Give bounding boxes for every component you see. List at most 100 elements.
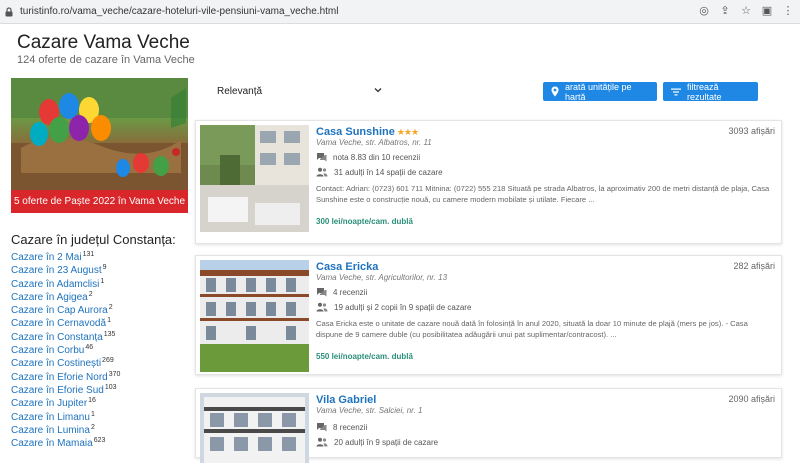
county-list-item: Cazare în Jupiter16 (11, 397, 120, 410)
listing-card[interactable]: Vila Gabriel 2090 afișări Vama Veche, st… (195, 388, 782, 463)
listing-capacity-row: 19 adulți și 2 copii în 9 spații de caza… (316, 302, 471, 312)
show-map-label: arată unitățile pe hartă (565, 81, 632, 102)
county-link[interactable]: Cazare în 2 Mai (11, 252, 82, 263)
reviews-icon (317, 288, 327, 297)
county-list-item: Cazare în Adamclisi1 (11, 278, 120, 291)
county-count: 269 (102, 357, 114, 365)
reviews-icon (317, 423, 327, 432)
url-text[interactable]: turistinfo.ro/vama_veche/cazare-hoteluri… (20, 6, 338, 17)
people-icon (316, 437, 328, 447)
county-list-item: Cazare în Limanu1 (11, 411, 120, 424)
county-count: 1 (100, 277, 105, 285)
county-link[interactable]: Cazare în Mamaia (11, 438, 93, 449)
county-list-item: Cazare în Agigea2 (11, 291, 120, 304)
easter-promo[interactable]: 5 oferte de Paște 2022 în Vama Veche (11, 78, 188, 213)
share-icon[interactable]: ⇪ (719, 5, 731, 17)
listing-views: 2090 afișări (728, 394, 775, 404)
county-count: 2 (90, 423, 95, 431)
listing-card[interactable]: Casa Ericka 282 afișări Vama Veche, str.… (195, 255, 782, 375)
county-link[interactable]: Cazare în Eforie Nord (11, 372, 108, 383)
eye-off-icon[interactable]: ◎ (698, 5, 710, 17)
listing-capacity-row: 31 adulți în 14 spații de cazare (316, 167, 443, 177)
county-link[interactable]: Cazare în Eforie Sud (11, 385, 104, 396)
county-count: 103 (104, 383, 117, 391)
county-link[interactable]: Cazare în Costinești (11, 358, 101, 369)
page-subtitle: 124 oferte de cazare în Vama Veche (17, 54, 195, 66)
county-link[interactable]: Cazare în Limanu (11, 412, 90, 423)
county-count: 9 (102, 264, 107, 272)
listing-views: 282 afișări (733, 261, 775, 271)
listing-capacity-row: 20 adulți în 9 spații de cazare (316, 437, 438, 447)
people-icon (316, 167, 328, 177)
star-rating-icon: ★★★ (396, 127, 419, 137)
county-count: 131 (82, 251, 95, 258)
county-list-item: Cazare în 2 Mai131 (11, 251, 120, 264)
listing-address: Vama Veche, str. Albatros, nr. 11 (316, 138, 432, 147)
filter-results-button[interactable]: filtrează rezultate (663, 81, 758, 102)
listing-price[interactable]: 300 lei/noapte/cam. dublă (316, 217, 413, 226)
county-list-item: Cazare în Corbu46 (11, 344, 120, 357)
sort-select[interactable]: Relevanță (211, 80, 385, 102)
map-pin-icon (551, 86, 559, 97)
county-link[interactable]: Cazare în Agigea (11, 292, 88, 303)
county-list-item: Cazare în Costinești269 (11, 357, 120, 370)
browser-url-bar[interactable]: turistinfo.ro/vama_veche/cazare-hoteluri… (0, 0, 800, 24)
county-link[interactable]: Cazare în Cernavodă (11, 318, 106, 329)
county-count: 1 (90, 410, 95, 418)
listing-description: Contact: Adrian: (0723) 601 711 Mitnina:… (316, 184, 770, 204)
filter-results-label: filtrează rezultate (687, 81, 722, 102)
easter-eggs-image (11, 78, 188, 190)
county-link[interactable]: Cazare în Jupiter (11, 398, 87, 409)
county-count: 1 (107, 317, 111, 325)
county-list-item: Cazare în Cap Aurora2 (11, 304, 120, 317)
county-link[interactable]: Cazare în Adamclisi (11, 279, 99, 290)
filter-icon (671, 88, 681, 95)
county-list-item: Cazare în Mamaia623 (11, 437, 120, 450)
county-list-item: Cazare în Cernavodă1 (11, 317, 120, 330)
listing-rating-row: nota 8.83 din 10 recenzii (316, 152, 420, 162)
county-count: 370 (108, 370, 121, 378)
county-count: 46 (85, 344, 94, 352)
county-list-item: Cazare în Eforie Nord370 (11, 371, 120, 384)
county-count: 623 (93, 437, 106, 445)
county-list-item: Cazare în Constanța135 (11, 331, 120, 344)
show-map-button[interactable]: arată unitățile pe hartă (543, 81, 657, 102)
listing-views: 3093 afișări (728, 126, 775, 136)
sort-value: Relevanță (217, 85, 263, 97)
promo-banner[interactable]: 5 oferte de Paște 2022 în Vama Veche (11, 190, 188, 213)
listing-description: Casa Ericka este o unitate de cazare nou… (316, 319, 748, 339)
chevron-down-icon (374, 88, 382, 93)
county-count: 2 (108, 304, 113, 312)
listing-rating-row: 8 recenzii (316, 422, 367, 432)
page-title: Cazare Vama Veche (17, 32, 190, 53)
listing-name[interactable]: Vila Gabriel (316, 394, 376, 406)
county-count: 16 (88, 397, 96, 405)
listing-rating-row: 4 recenzii (316, 287, 367, 297)
listing-address: Vama Veche, str. Agricultorilor, nr. 13 (316, 273, 448, 282)
county-list-item: Cazare în 23 August9 (11, 264, 120, 277)
listing-price[interactable]: 550 lei/noapte/cam. dublă (316, 352, 413, 361)
listing-photo[interactable] (200, 260, 309, 372)
star-icon[interactable]: ☆ (740, 5, 752, 17)
listing-name[interactable]: Casa Sunshine ★★★ (316, 126, 419, 138)
listing-card[interactable]: Casa Sunshine ★★★ 3093 afișări Vama Veche… (195, 120, 782, 244)
menu-icon[interactable]: ⋮ (782, 5, 794, 17)
listing-photo[interactable] (200, 125, 309, 232)
lock-icon (5, 6, 13, 16)
county-title: Cazare în județul Constanța: (11, 232, 176, 247)
county-count: 2 (88, 290, 93, 298)
county-link[interactable]: Cazare în Cap Aurora (11, 305, 108, 316)
listing-address: Vama Veche, str. Salciei, nr. 1 (316, 406, 423, 415)
people-icon (316, 302, 328, 312)
listing-name[interactable]: Casa Ericka (316, 261, 378, 273)
county-list-item: Cazare în Lumina2 (11, 424, 120, 437)
listing-photo[interactable] (200, 393, 309, 463)
county-list: Cazare în 2 Mai131 Cazare în 23 August9 Ca… (11, 251, 120, 450)
county-link[interactable]: Cazare în Constanța (11, 332, 103, 343)
county-link[interactable]: Cazare în Lumina (11, 425, 90, 436)
county-link[interactable]: Cazare în Corbu (11, 345, 84, 356)
reviews-icon (317, 153, 327, 162)
extension-icon[interactable]: ▣ (761, 5, 773, 17)
county-link[interactable]: Cazare în 23 August (11, 265, 102, 276)
browser-actions: ◎ ⇪ ☆ ▣ ⋮ (698, 5, 794, 17)
